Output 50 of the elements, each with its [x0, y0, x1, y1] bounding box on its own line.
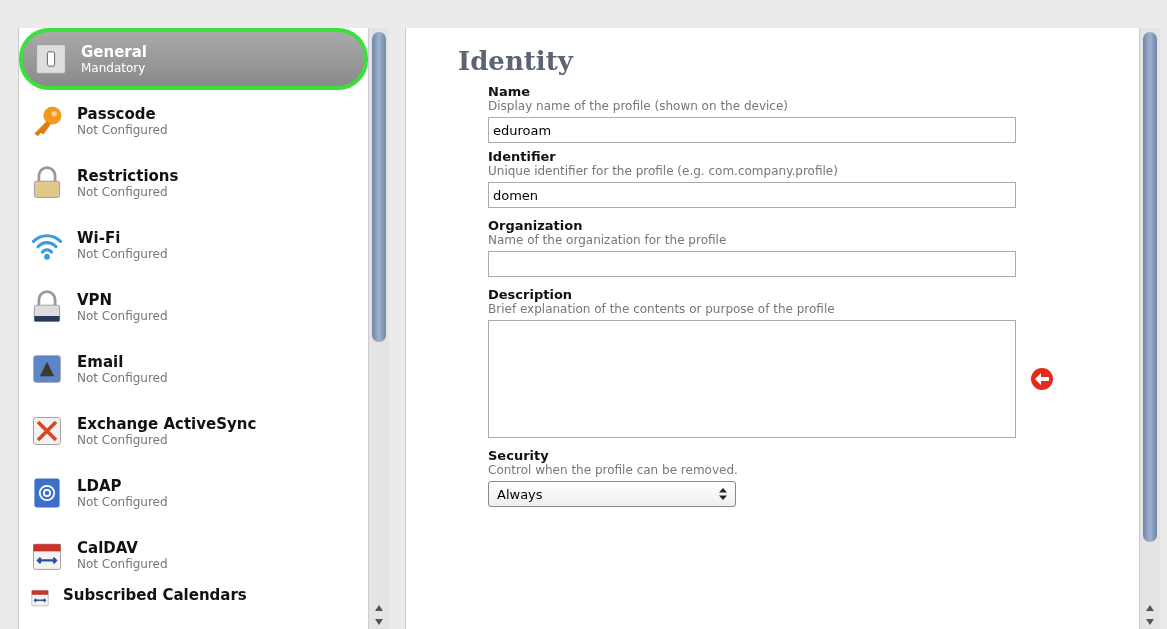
scroll-down-icon[interactable] — [375, 619, 383, 625]
input-field[interactable]: domen — [488, 182, 1016, 208]
sidebar-item[interactable]: LDAP Not Configured — [19, 462, 368, 524]
field-hint: Brief explanation of the contents or purpose of the profile — [488, 302, 836, 316]
item-name: Passcode — [77, 105, 157, 123]
scroll-up-icon[interactable] — [1146, 605, 1154, 611]
field-label: Organization — [488, 218, 584, 233]
item-status: Not Configured — [77, 495, 168, 509]
field-hint: Name of the organization for the profile — [488, 233, 728, 247]
sidebar-item[interactable]: Wi-Fi Not Configured — [19, 214, 368, 276]
item-name: Subscribed Calendars — [63, 586, 247, 604]
item-name: VPN — [77, 291, 114, 309]
scroll-up-icon[interactable] — [375, 605, 383, 611]
sidebar-item[interactable]: Email Not Configured — [19, 338, 368, 400]
field-label: Description — [488, 287, 574, 302]
field-label: Security — [488, 448, 550, 463]
sidebar-item[interactable]: Subscribed Calendars — [19, 586, 368, 610]
scrollbar[interactable] — [368, 28, 389, 629]
sidebar-item[interactable]: VPN Not Configured — [19, 276, 368, 338]
item-name: Restrictions — [77, 167, 179, 185]
item-status: Not Configured — [77, 371, 168, 385]
sidebar-item[interactable]: Passcode Not Configured — [19, 90, 368, 152]
field-hint: Display name of the profile (shown on the device) — [488, 99, 789, 113]
item-status: Not Configured — [77, 557, 168, 571]
item-status: Not Configured — [77, 433, 169, 447]
scrollbar[interactable] — [1139, 28, 1160, 629]
item-name: LDAP — [77, 477, 123, 495]
sidebar-item[interactable]: Exchange ActiveSync Not Configured — [19, 400, 368, 462]
input-field[interactable] — [488, 251, 1016, 277]
field-label: Identifier — [488, 149, 557, 164]
sidebar-item[interactable]: Restrictions Not Configured — [19, 152, 368, 214]
sidebar-item[interactable]: CalDAV Not Configured — [19, 524, 368, 586]
item-status: Mandatory — [81, 61, 147, 75]
dropdown[interactable]: Always — [488, 481, 736, 507]
item-name: CalDAV — [77, 539, 139, 557]
scroll-down-icon[interactable] — [1146, 619, 1154, 625]
field-hint: Control when the profile can be removed. — [488, 463, 739, 477]
item-name: Email — [77, 353, 125, 371]
item-status: Not Configured — [77, 185, 169, 199]
item-name: Exchange ActiveSync — [77, 415, 257, 433]
section-title: Identity — [458, 46, 575, 76]
item-name: Wi-Fi — [77, 229, 122, 247]
updown-caret-icon — [719, 488, 727, 500]
input-field[interactable]: eduroam — [488, 117, 1016, 143]
field-label: Name — [488, 84, 531, 99]
field-hint: Unique identifier for the profile (e.g. com.company.profile) — [488, 164, 839, 178]
item-status: Not Configured — [77, 123, 168, 137]
item-status: Not Configured — [77, 309, 168, 323]
item-name: General — [81, 43, 147, 61]
item-status: Not Configured — [77, 247, 168, 261]
